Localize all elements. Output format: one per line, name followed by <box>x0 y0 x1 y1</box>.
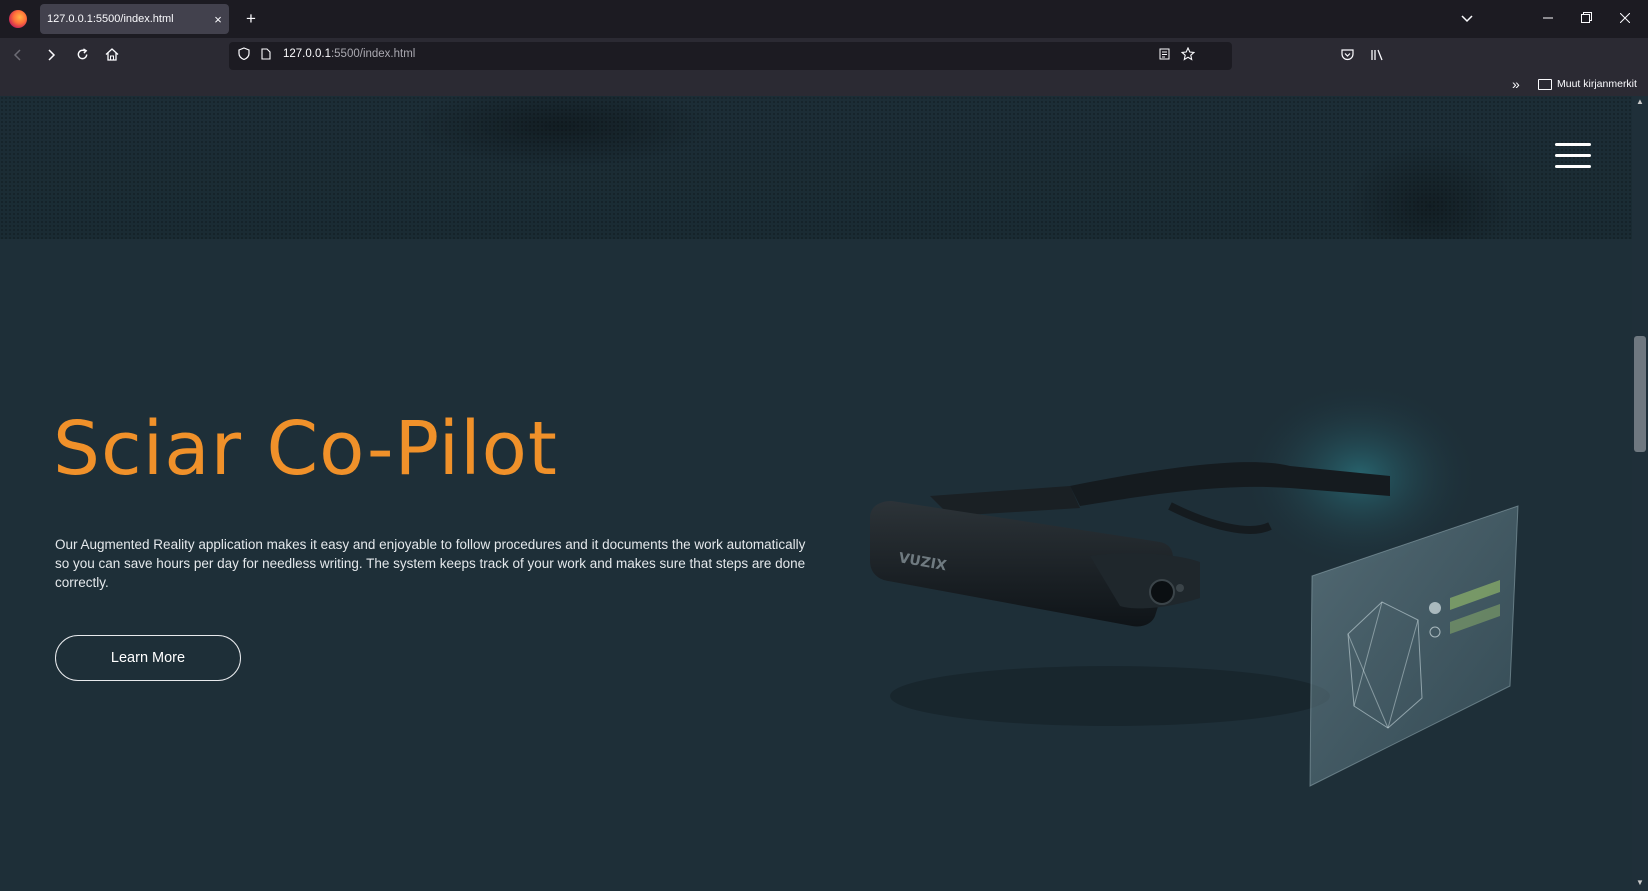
new-tab-button[interactable]: + <box>240 8 262 30</box>
tab-list-chevron-icon[interactable] <box>1452 8 1482 30</box>
forward-arrow-icon[interactable] <box>40 45 62 67</box>
bookmark-star-icon[interactable] <box>1179 46 1197 65</box>
url-host: 127.0.0.1 <box>283 48 331 60</box>
pocket-icon[interactable] <box>1336 45 1358 67</box>
browser-tab[interactable]: 127.0.0.1:5500/index.html × <box>40 4 229 34</box>
scroll-up-arrow-icon[interactable]: ▲ <box>1634 97 1646 106</box>
reload-icon[interactable] <box>71 45 93 67</box>
browser-nav-bar: 127.0.0.1:5500/index.html <box>0 38 1648 74</box>
reader-view-icon[interactable] <box>1155 47 1173 65</box>
hamburger-menu-icon[interactable] <box>1555 143 1591 169</box>
address-bar[interactable]: 127.0.0.1:5500/index.html <box>229 42 1232 70</box>
other-bookmarks-folder[interactable]: Muut kirjanmerkit <box>1538 78 1637 90</box>
ar-glasses-image: VUZIX <box>870 381 1519 787</box>
shield-icon[interactable] <box>235 47 253 65</box>
restore-window-icon[interactable] <box>1571 8 1601 30</box>
minimize-window-icon[interactable] <box>1533 8 1563 30</box>
page-icon[interactable] <box>257 47 275 65</box>
back-arrow-icon[interactable] <box>7 45 29 67</box>
tab-title: 127.0.0.1:5500/index.html <box>47 13 174 25</box>
scrollbar-thumb[interactable] <box>1634 336 1646 452</box>
url-path: :5500/index.html <box>330 48 416 60</box>
page-scrollbar[interactable] <box>1632 96 1648 891</box>
home-icon[interactable] <box>101 45 123 67</box>
bookmarks-overflow-icon[interactable]: » <box>1512 76 1520 92</box>
header-background-image <box>0 96 1632 239</box>
folder-icon <box>1538 78 1552 90</box>
learn-more-button[interactable]: Learn More <box>55 635 241 681</box>
library-icon[interactable] <box>1366 45 1388 67</box>
hero-description: Our Augmented Reality application makes … <box>55 537 806 590</box>
bookmarks-toolbar: » Muut kirjanmerkit <box>0 74 1648 96</box>
tab-close-icon[interactable]: × <box>207 12 229 27</box>
scroll-down-arrow-icon[interactable]: ▼ <box>1634 878 1646 887</box>
browser-tab-bar: 127.0.0.1:5500/index.html × + <box>0 0 1648 38</box>
close-window-icon[interactable] <box>1610 8 1640 30</box>
hero-title: Sciar Co-Pilot <box>53 406 558 492</box>
bookmarks-folder-label: Muut kirjanmerkit <box>1557 78 1637 90</box>
page-viewport: Sciar Co-Pilot Our Augmented Reality app… <box>0 96 1632 891</box>
url-text[interactable]: 127.0.0.1:5500/index.html <box>283 48 415 60</box>
firefox-logo-icon <box>9 10 27 28</box>
